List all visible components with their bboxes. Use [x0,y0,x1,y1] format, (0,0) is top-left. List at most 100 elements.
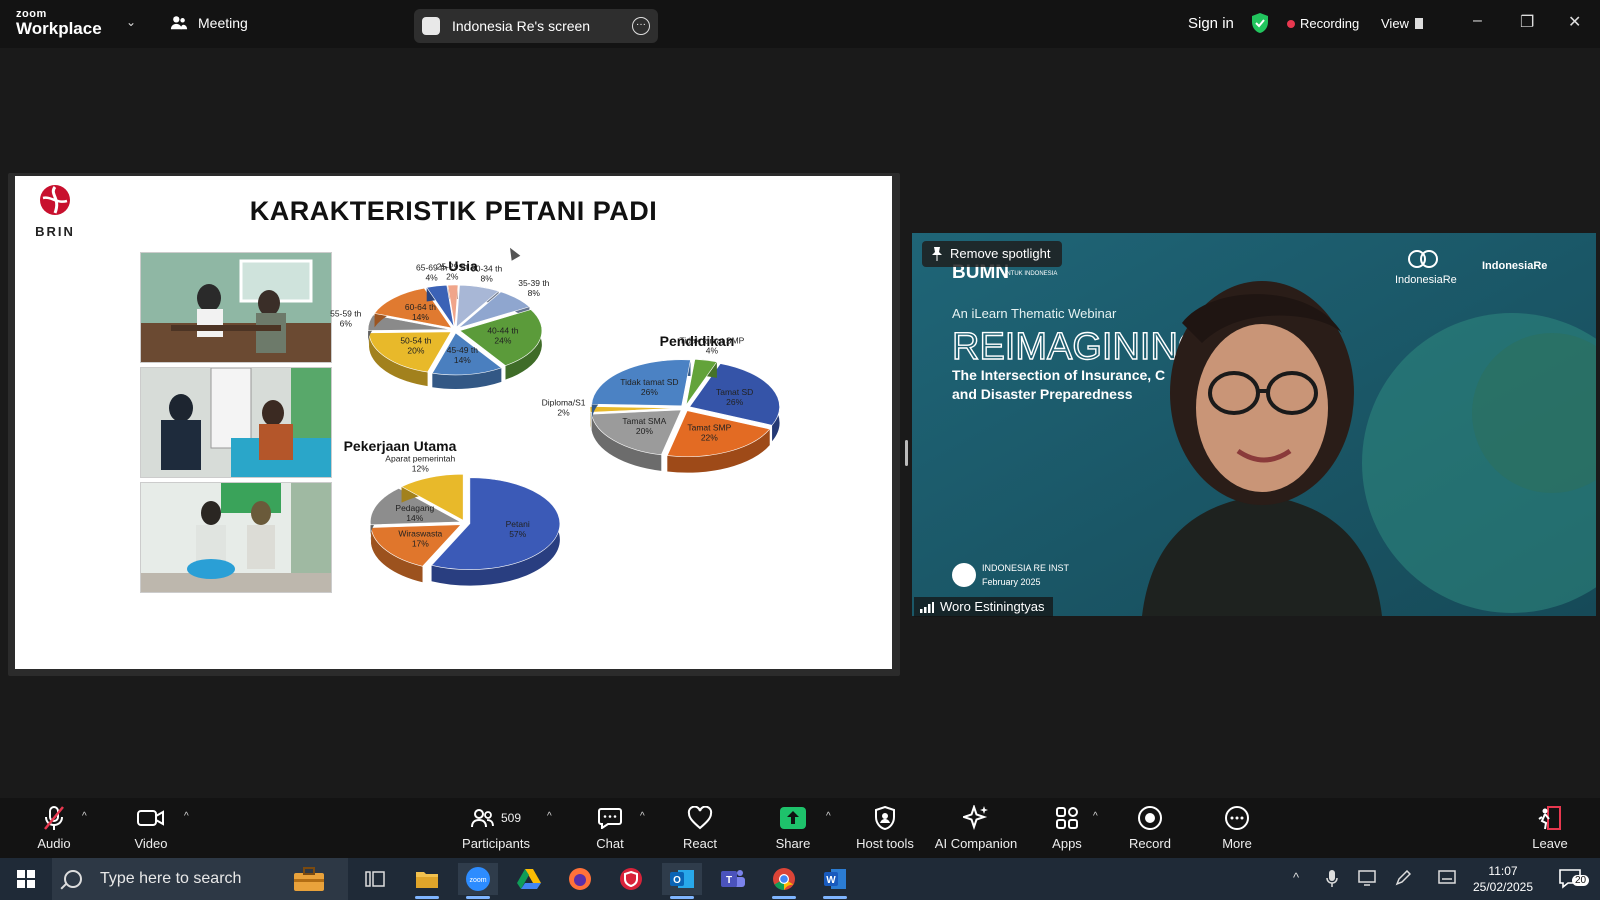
outlook-icon[interactable]: O [662,863,702,899]
speaker-video[interactable]: BUMN UNTUK INDONESIA IndonesiaRe Indones… [912,233,1596,616]
explorer-active-indicator [415,896,439,899]
windows-start-icon[interactable] [6,863,46,895]
speaker-video-frame: BUMN UNTUK INDONESIA IndonesiaRe Indones… [912,233,1596,616]
sign-in-link[interactable]: Sign in [1188,15,1234,32]
meeting-menu[interactable]: Meeting [170,15,248,31]
security-shield-icon[interactable] [1250,12,1270,34]
pie-label-1-6: 50-54 th [400,335,431,345]
audio-options-chevron-icon[interactable]: ^ [82,811,87,822]
google-drive-icon[interactable] [509,863,549,895]
splitter-handle[interactable] [905,440,908,466]
system-clock[interactable]: 11:07 25/02/2025 [1464,863,1542,895]
ai-companion-button[interactable]: AI Companion [932,804,1020,851]
chevron-down-icon[interactable]: ⌄ [126,15,136,29]
chat-icon [598,808,622,829]
notifications-icon[interactable]: 20 [1550,863,1590,895]
chrome-icon[interactable] [764,863,804,899]
word-active-indicator [823,896,847,899]
pie-chart-1: Usia25-29 th2%30-34 th8% 35-39 th8%40-44 … [330,258,550,389]
task-view-icon[interactable] [355,863,395,895]
sparkle-icon [963,805,988,831]
pie-value-1-6: 20% [407,345,424,355]
pie-label-3-3: Pedagang [395,503,434,513]
chat-button[interactable]: Chat [590,804,630,851]
audio-button[interactable]: Audio [30,804,78,851]
participants-count: 509 [500,811,522,825]
pie-chart-title-3: Pekerjaan Utama [344,438,457,454]
word-icon[interactable]: W [815,863,855,899]
remove-spotlight-button[interactable]: Remove spotlight [922,241,1063,267]
svg-text:zoom: zoom [469,877,486,884]
view-menu[interactable]: View [1381,16,1423,31]
bg-institute-logo: IndonesiaRe [1482,260,1547,272]
zoom-active-indicator [466,896,490,899]
briefcase-icon [294,867,324,891]
pie-value-3-4: 12% [412,463,429,473]
pin-icon [932,247,942,261]
pie-label-3-1: Petani [506,519,530,529]
mic-muted-icon [44,806,64,830]
pie-value-2-5: 26% [641,387,658,397]
more-button[interactable]: More [1217,804,1257,851]
close-icon[interactable]: ✕ [1568,12,1581,32]
leave-button[interactable]: Leave [1530,804,1570,851]
video-button[interactable]: Video [128,804,174,851]
keyboard-tray-icon[interactable] [1438,870,1456,884]
more-label: More [1222,836,1252,851]
screen-share-pill[interactable]: Indonesia Re's screen ··· [414,9,658,43]
restore-icon[interactable]: ❐ [1520,12,1534,32]
search-placeholder: Type here to search [100,870,242,887]
remove-spotlight-label: Remove spotlight [950,246,1051,261]
clock-date: 25/02/2025 [1472,880,1534,894]
people-icon [170,16,188,30]
apps-options-chevron-icon[interactable]: ^ [1093,811,1098,822]
view-icon [1414,18,1423,29]
bg-subtitle-1: The Intersection of Insurance, C [952,367,1165,383]
file-explorer-icon[interactable] [407,863,447,899]
teams-icon[interactable]: T [713,863,753,895]
leave-door-icon [1538,806,1561,830]
host-tools-button[interactable]: Host tools [852,804,918,851]
record-button[interactable]: Record [1128,804,1172,851]
taskbar-search-box[interactable]: Type here to search [52,858,348,900]
pie-value-1-2: 8% [480,274,493,284]
leave-label: Leave [1532,836,1568,851]
pie-value-1-9: 4% [425,273,438,283]
zoom-logo[interactable]: zoom Workplace [16,9,102,38]
react-button[interactable]: React [678,804,722,851]
pie-label-3-2: Wiraswasta [398,529,442,539]
pie-value-3-1: 57% [509,529,526,539]
share-options-chevron-icon[interactable]: ^ [826,811,831,822]
pie-label-1-7: 55-59 th [330,309,361,319]
security-app-icon[interactable] [611,863,651,895]
pie-value-3-3: 14% [406,513,423,523]
pie-label-2-4: Diploma/S1 [542,398,586,408]
pen-tray-icon[interactable] [1395,870,1411,886]
microphone-tray-icon[interactable] [1326,870,1338,888]
firefox-icon[interactable] [560,863,600,895]
participants-icon [470,809,494,828]
share-button[interactable]: Share [770,804,816,851]
pie-label-3-4: Aparat pemerintah [385,453,455,463]
pie-label-1-5: 45-49 th [447,345,478,355]
chat-options-chevron-icon[interactable]: ^ [640,811,645,822]
participant-name-tag: Woro Estiningtyas [914,597,1053,617]
show-hidden-icons-chevron-icon[interactable]: ^ [1293,870,1299,885]
zoom-app-icon[interactable]: zoom [458,863,498,899]
apps-button[interactable]: Apps [1048,804,1086,851]
participants-label: Participants [462,836,530,851]
video-options-chevron-icon[interactable]: ^ [184,811,189,822]
camera-icon [137,810,164,826]
participant-name: Woro Estiningtyas [940,599,1045,614]
more-options-icon[interactable]: ··· [632,17,650,35]
pie-charts: Usia25-29 th2%30-34 th8% 35-39 th8%40-44 … [330,258,780,586]
search-icon [64,870,82,888]
minimize-icon[interactable]: – [1473,12,1482,30]
display-tray-icon[interactable] [1358,870,1376,886]
participants-button[interactable]: 509 Participants [460,804,532,851]
recording-label: Recording [1300,16,1360,31]
pie-label-2-6: Tidak tamat SMP [679,335,744,345]
recording-indicator[interactable]: Recording [1287,16,1359,31]
participants-options-chevron-icon[interactable]: ^ [547,811,552,822]
pie-value-2-4: 2% [557,408,570,418]
